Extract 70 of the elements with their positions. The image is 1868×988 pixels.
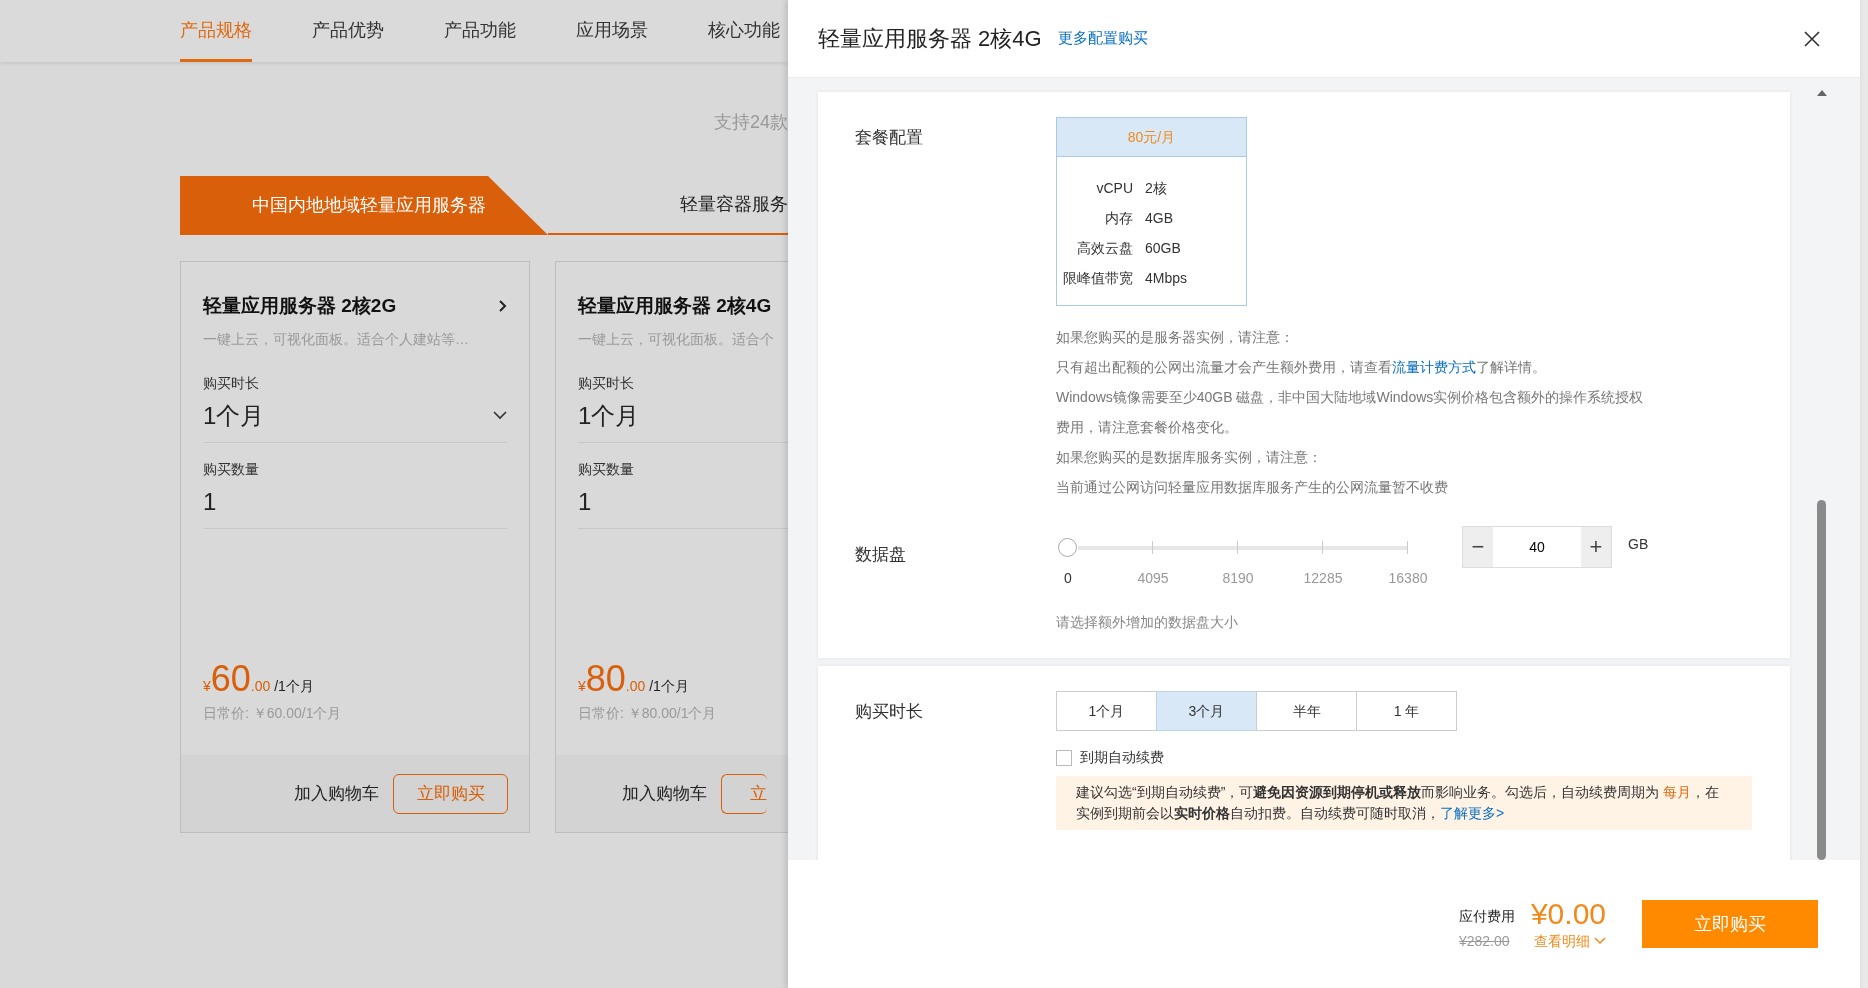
regular-price: 日常价: ￥80.00/1个月 xyxy=(578,704,717,721)
note-text: Windows镜像需要至少40GB 磁盘，非中国大陆地域Windows实例价格包含额外的操作系统授权费用，请注意套餐价格变化。 xyxy=(1056,388,1645,437)
spec-value: 4Mbps xyxy=(1145,269,1188,288)
tick-label: 4095 xyxy=(1137,569,1169,588)
checkbox-label: 到期自动续费 xyxy=(1080,748,1164,767)
price: ¥80.00 /1个月 xyxy=(578,658,690,699)
note-text: 如果您购买的是服务器实例，请注意： xyxy=(1056,328,1295,347)
section-label: 数据盘 xyxy=(855,545,906,564)
note-text: 如果您购买的是数据库服务实例，请注意： xyxy=(1056,448,1323,467)
increment-button[interactable]: + xyxy=(1581,527,1611,567)
regular-price: 日常价: ￥60.00/1个月 xyxy=(203,704,342,721)
section-label: 购买时长 xyxy=(855,702,923,721)
unit-label: GB xyxy=(1628,535,1649,554)
package-price: 80元/月 xyxy=(1127,129,1176,145)
drawer-title: 轻量应用服务器 2核4G xyxy=(818,25,1042,53)
spec-name: 高效云盘 xyxy=(1077,240,1133,256)
scrollbar-thumb[interactable] xyxy=(1817,500,1826,860)
quantity-value[interactable]: 1 xyxy=(578,487,592,515)
decrement-button[interactable]: − xyxy=(1463,527,1493,567)
duration-value[interactable]: 1个月 xyxy=(578,397,640,434)
hint-text: 请选择额外增加的数据盘大小 xyxy=(1056,614,1238,630)
chevron-right-icon[interactable] xyxy=(498,299,507,314)
scroll-up-icon[interactable] xyxy=(1816,88,1828,97)
field-label: 购买数量 xyxy=(578,460,634,477)
total-price: ¥0.00 xyxy=(1530,896,1606,931)
intro-text: 支持24款 xyxy=(713,112,788,132)
spec-value: 2核 xyxy=(1145,179,1167,198)
card-title: 轻量应用服务器 2核4G xyxy=(578,294,772,318)
duration-option[interactable]: 半年 xyxy=(1256,691,1357,731)
tick-label: 12285 xyxy=(1303,569,1343,588)
duration-value[interactable]: 1个月 xyxy=(203,397,265,434)
spec-value: 60GB xyxy=(1145,239,1181,258)
nav-tab[interactable]: 核心功能 xyxy=(708,0,780,62)
duration-option[interactable]: 1个月 xyxy=(1056,691,1157,731)
spec-name: vCPU xyxy=(1096,180,1133,196)
tick-label: 0 xyxy=(1064,569,1072,588)
region-tab[interactable]: 中国内地地域轻量应用服务器 xyxy=(180,176,548,235)
nav-tab[interactable]: 应用场景 xyxy=(576,0,648,62)
slider-thumb[interactable] xyxy=(1058,538,1077,557)
duration-option[interactable]: 3个月 xyxy=(1156,691,1257,731)
spec-value: 4GB xyxy=(1145,209,1173,228)
spec-name: 内存 xyxy=(1105,210,1133,226)
add-to-cart-link[interactable]: 加入购物车 xyxy=(622,780,707,807)
note-text: 只有超出配额的公网出流量才会产生额外费用，请查看流量计费方式了解详情。 xyxy=(1056,358,1547,377)
original-price: ¥282.00 xyxy=(1458,931,1510,951)
billing-link[interactable]: 流量计费方式 xyxy=(1392,359,1476,375)
tick-label: 8190 xyxy=(1222,569,1254,588)
learn-more-link[interactable]: 了解更多> xyxy=(1440,805,1505,821)
field-label: 购买时长 xyxy=(578,374,634,391)
add-to-cart-link[interactable]: 加入购物车 xyxy=(294,780,379,807)
total-label: 应付费用 xyxy=(1458,906,1515,926)
note-text: 当前通过公网访问轻量应用数据库服务产生的公网流量暂不收费 xyxy=(1056,478,1449,497)
quantity-value[interactable]: 1 xyxy=(203,487,217,515)
field-label: 购买数量 xyxy=(203,460,259,477)
spec-name: 限峰值带宽 xyxy=(1063,270,1133,286)
chevron-down-icon[interactable] xyxy=(493,411,507,420)
notice-text: 建议勾选“到期自动续费”，可避免因资源到期停机或释放而影响业务。勾选后，自动续费周期为 每月，在实例到期前会以实时价格自动扣费。自动续费可随时取消，了解更多> xyxy=(1056,776,1752,830)
nav-tab[interactable]: 产品功能 xyxy=(444,0,516,62)
field-label: 购买时长 xyxy=(203,374,259,391)
close-icon[interactable] xyxy=(1804,30,1820,47)
section-label: 套餐配置 xyxy=(855,128,923,147)
nav-tab[interactable]: 产品优势 xyxy=(312,0,384,62)
price: ¥60.00 /1个月 xyxy=(203,658,315,699)
checkbox[interactable] xyxy=(1056,749,1072,766)
more-config-link[interactable]: 更多配置购买 xyxy=(1057,27,1148,50)
card-title: 轻量应用服务器 2核2G xyxy=(203,294,397,318)
tick-label: 16380 xyxy=(1388,569,1428,588)
duration-option[interactable]: 1 年 xyxy=(1356,691,1457,731)
number-stepper[interactable]: − 40 + xyxy=(1462,526,1612,568)
package-option[interactable]: 80元/月 vCPU 2核 内存 4GB 高效云盘 60GB 限峰值带宽 4Mbps xyxy=(1056,117,1247,306)
